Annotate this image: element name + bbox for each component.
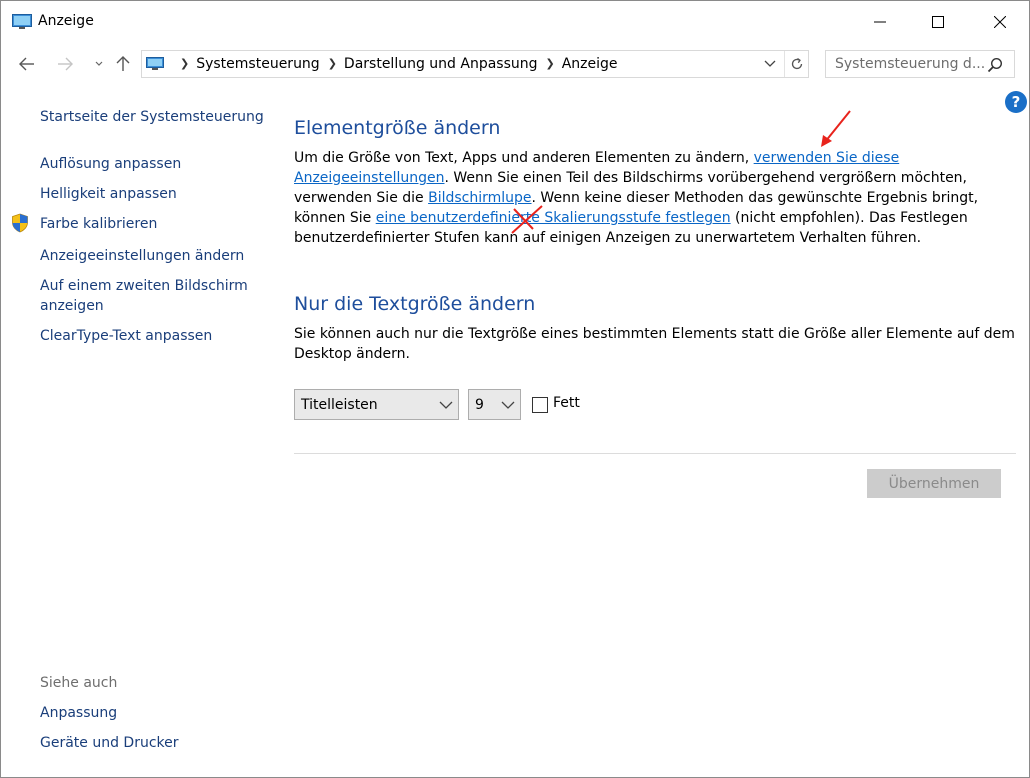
navigation-bar: ❯ Systemsteuerung ❯ Darstellung und Anpassu… xyxy=(1,43,1029,85)
section-heading-text-size: Nur die Textgröße ändern xyxy=(294,293,536,315)
window-title: Anzeige xyxy=(38,13,94,29)
maximize-button[interactable] xyxy=(915,1,961,43)
help-icon[interactable]: ? xyxy=(1005,91,1027,113)
display-settings-link-part1[interactable]: verwenden Sie diese xyxy=(754,150,900,166)
description-text: können Sie xyxy=(294,210,376,226)
description-text: verwenden Sie die xyxy=(294,190,429,206)
font-size-select[interactable]: 9 xyxy=(468,389,521,420)
minimize-button[interactable] xyxy=(857,1,903,43)
sidebar-item-second-screen[interactable]: Auf einem zweiten Bildschirm anzeigen xyxy=(40,276,248,316)
sidebar-item-cleartype[interactable]: ClearType-Text anpassen xyxy=(40,326,212,346)
sidebar-item-calibrate-color[interactable]: Farbe kalibrieren xyxy=(40,214,157,234)
description-line: Sie können auch nur die Textgröße eines … xyxy=(294,326,1015,342)
refresh-button[interactable] xyxy=(784,51,808,77)
description-line: Anzeigeeinstellungen. Wenn Sie einen Tei… xyxy=(294,168,978,188)
sidebar-item-display-settings[interactable]: Anzeigeeinstellungen ändern xyxy=(40,246,244,266)
close-icon xyxy=(994,16,1006,28)
bold-checkbox[interactable] xyxy=(532,397,548,413)
description-line: verwenden Sie die Bildschirmlupe. Wenn k… xyxy=(294,188,978,208)
annotation-arrow-icon xyxy=(821,110,851,147)
breadcrumb-separator-icon[interactable]: ❯ xyxy=(328,57,337,70)
text-size-description: Sie können auch nur die Textgröße eines … xyxy=(294,324,1015,364)
apply-button[interactable]: Übernehmen xyxy=(867,469,1001,498)
control-panel-icon xyxy=(146,57,164,70)
chevron-down-icon xyxy=(501,401,515,409)
breadcrumb-separator-icon[interactable]: ❯ xyxy=(546,57,555,70)
element-size-description: Um die Größe von Text, Apps und anderen … xyxy=(294,148,978,248)
title-bar[interactable]: Anzeige xyxy=(1,1,1029,43)
description-line: Um die Größe von Text, Apps und anderen … xyxy=(294,148,978,168)
recent-locations-button[interactable] xyxy=(87,52,111,76)
arrow-right-icon xyxy=(58,57,73,71)
description-line: Desktop ändern. xyxy=(294,346,410,362)
description-text: . Wenn Sie einen Teil des Bildschirms vo… xyxy=(444,170,968,186)
font-size-value: 9 xyxy=(475,396,484,413)
description-line: benutzerdefinierter Stufen kann auf eini… xyxy=(294,228,978,248)
breadcrumb-separator-icon: ❯ xyxy=(180,57,190,70)
description-line: können Sie eine benutzerdefinierte Skali… xyxy=(294,208,978,228)
maximize-icon xyxy=(932,16,944,28)
back-button[interactable] xyxy=(15,52,39,76)
sidebar-item-brightness[interactable]: Helligkeit anpassen xyxy=(40,184,177,204)
minimize-icon xyxy=(874,21,886,23)
element-type-select[interactable]: Titelleisten xyxy=(294,389,459,420)
arrow-left-icon xyxy=(19,57,34,71)
arrow-up-icon xyxy=(116,56,130,71)
sidebar-item-second-screen-line2: anzeigen xyxy=(40,298,104,314)
uac-shield-icon xyxy=(12,213,28,233)
sidebar-item-resolution[interactable]: Auflösung anpassen xyxy=(40,154,181,174)
section-heading-element-size: Elementgröße ändern xyxy=(294,117,501,139)
address-history-button[interactable] xyxy=(758,51,782,77)
sidebar-item-home[interactable]: Startseite der Systemsteuerung xyxy=(40,107,264,127)
magnifier-link[interactable]: Bildschirmlupe xyxy=(428,190,531,206)
custom-scaling-link[interactable]: eine benutzerdefinierte Skalierungsstufe… xyxy=(376,210,731,226)
address-bar[interactable]: ❯ Systemsteuerung ❯ Darstellung und Anpassu… xyxy=(141,50,809,78)
description-text: (nicht empfohlen). Das Festlegen xyxy=(730,210,968,226)
monitor-app-icon xyxy=(12,14,32,29)
breadcrumb-anzeige[interactable]: Anzeige xyxy=(562,56,618,72)
chevron-down-icon xyxy=(439,401,453,409)
breadcrumb-darstellung[interactable]: Darstellung und Anpassung xyxy=(344,56,538,72)
description-text: benutzerdefinierter Stufen kann auf eini… xyxy=(294,230,922,246)
display-settings-link-part2[interactable]: Anzeigeeinstellungen xyxy=(294,170,444,186)
chevron-down-icon xyxy=(764,60,776,67)
control-panel-window: Anzeige ❯ Systemsteuerung ❯ Darstellung … xyxy=(0,0,1030,778)
sidebar-item-second-screen-line1: Auf einem zweiten Bildschirm xyxy=(40,278,248,294)
divider xyxy=(294,453,1016,454)
element-type-value: Titelleisten xyxy=(301,396,378,413)
up-button[interactable] xyxy=(111,52,135,76)
forward-button[interactable] xyxy=(53,52,77,76)
breadcrumb-systemsteuerung[interactable]: Systemsteuerung xyxy=(196,56,319,72)
see-also-devices-printers-link[interactable]: Geräte und Drucker xyxy=(40,733,179,753)
description-text: . Wenn keine dieser Methoden das gewünsc… xyxy=(531,190,979,206)
bold-label[interactable]: Fett xyxy=(553,395,580,411)
search-icon[interactable] xyxy=(987,57,1003,73)
breadcrumb: ❯ Systemsteuerung ❯ Darstellung und Anpassu… xyxy=(172,56,618,72)
close-button[interactable] xyxy=(977,1,1023,43)
see-also-heading: Siehe auch xyxy=(40,675,118,691)
see-also-personalization-link[interactable]: Anpassung xyxy=(40,703,117,723)
description-text: Um die Größe von Text, Apps und anderen … xyxy=(294,150,754,166)
chevron-down-icon xyxy=(95,61,103,66)
refresh-icon xyxy=(791,57,802,70)
